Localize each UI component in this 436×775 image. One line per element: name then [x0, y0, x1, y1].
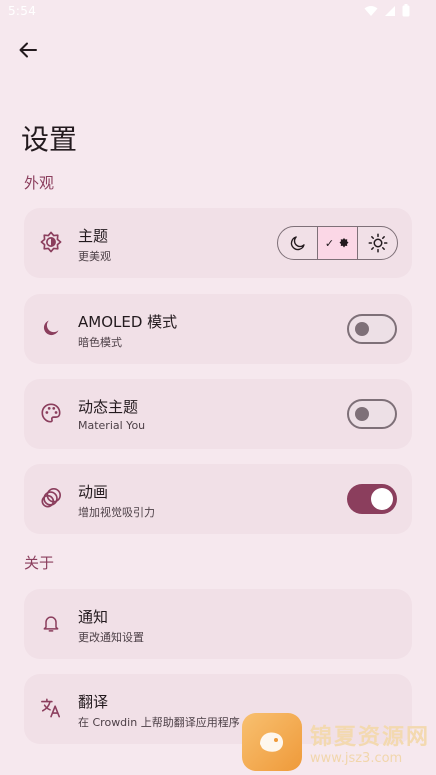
status-bar: 5:54: [0, 0, 436, 24]
moon-icon: [39, 316, 63, 340]
back-button[interactable]: [14, 36, 42, 64]
contrast-icon: [39, 230, 63, 254]
signal-icon: [385, 5, 395, 16]
translate-title: 翻译: [78, 693, 109, 711]
translate-icon: [39, 696, 63, 720]
amoled-title: AMOLED 模式: [78, 313, 178, 331]
dynamic-theme-subtitle: Material You: [78, 419, 146, 432]
page-title: 设置: [21, 123, 78, 156]
theme-title: 主题: [78, 227, 109, 245]
notifications-setting[interactable]: 通知 更改通知设置: [24, 589, 412, 659]
check-icon: ✓: [324, 236, 335, 250]
arrow-left-icon: [19, 42, 37, 58]
animation-title: 动画: [78, 483, 109, 501]
theme-dark-option[interactable]: [278, 227, 318, 259]
animation-toggle[interactable]: [347, 484, 397, 514]
watermark-url: www.jsz3.com: [310, 750, 403, 766]
amoled-toggle[interactable]: [347, 314, 397, 344]
watermark-title: 锦夏资源网: [310, 724, 431, 750]
dynamic-theme-toggle[interactable]: [347, 399, 397, 429]
status-time: 5:54: [8, 4, 37, 18]
theme-mode-selector: ✓: [277, 226, 398, 260]
battery-icon: [402, 4, 410, 17]
wifi-icon: [364, 5, 378, 16]
moon-icon: [290, 236, 305, 251]
animation-setting[interactable]: 动画 增加视觉吸引力: [24, 464, 412, 534]
notifications-title: 通知: [78, 608, 109, 626]
palette-icon: [39, 401, 63, 425]
section-header-about: 关于: [24, 554, 55, 572]
brightness-auto-icon: [339, 238, 349, 248]
sun-icon: [368, 233, 387, 253]
status-icons: [364, 4, 410, 17]
dynamic-theme-setting[interactable]: 动态主题 Material You: [24, 379, 412, 449]
toggle-knob: [355, 322, 369, 336]
toggle-knob: [355, 407, 369, 421]
toggle-knob: [371, 488, 393, 510]
watermark: 锦夏资源网 www.jsz3.com: [242, 712, 432, 772]
amoled-setting[interactable]: AMOLED 模式 暗色模式: [24, 294, 412, 364]
notifications-subtitle: 更改通知设置: [78, 631, 144, 644]
animation-subtitle: 增加视觉吸引力: [78, 506, 155, 519]
theme-light-option[interactable]: [358, 227, 397, 259]
theme-setting: 主题 更美观 ✓: [24, 208, 412, 278]
watermark-logo-icon: [242, 713, 302, 771]
theme-subtitle: 更美观: [78, 250, 111, 263]
section-header-appearance: 外观: [24, 174, 55, 192]
bell-icon: [39, 611, 63, 635]
theme-auto-option[interactable]: ✓: [318, 227, 358, 259]
dynamic-theme-title: 动态主题: [78, 398, 139, 416]
translate-subtitle: 在 Crowdin 上帮助翻译应用程序: [78, 716, 240, 729]
amoled-subtitle: 暗色模式: [78, 336, 122, 349]
animation-icon: [39, 486, 63, 510]
